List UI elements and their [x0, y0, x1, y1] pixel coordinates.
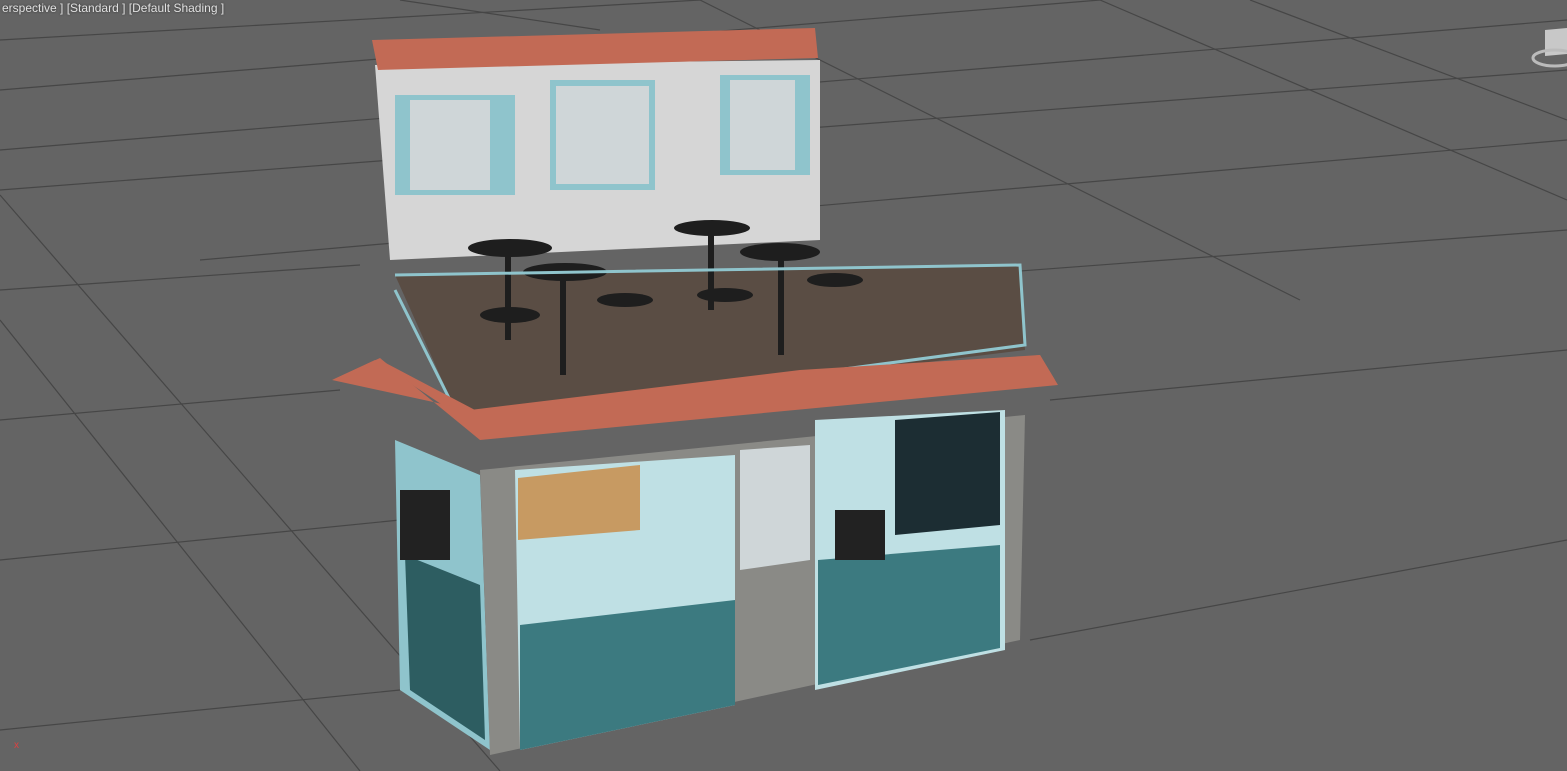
building-model: [332, 28, 1058, 755]
counter-right-panel: [818, 545, 1000, 685]
appliance: [835, 510, 885, 560]
axis-tripod-icon: x: [4, 740, 24, 762]
scene-grid: [0, 0, 1567, 771]
perspective-viewport[interactable]: erspective ] [Standard ] [Default Shadin…: [0, 0, 1567, 771]
doorway: [895, 412, 1000, 535]
shading-mode[interactable]: [Default Shading ]: [129, 1, 224, 15]
viewport-label[interactable]: erspective ] [Standard ] [Default Shadin…: [2, 1, 224, 15]
render-mode[interactable]: [Standard ]: [67, 1, 126, 15]
cabinets-left: [518, 465, 640, 540]
coffee-machine: [400, 490, 450, 560]
counter-left-panel: [520, 600, 735, 750]
view-name[interactable]: erspective ]: [2, 1, 63, 15]
viewcube-icon[interactable]: [1527, 20, 1567, 70]
side-panel: [405, 555, 485, 740]
center-window: [740, 445, 810, 570]
axis-x-label: x: [14, 740, 19, 751]
